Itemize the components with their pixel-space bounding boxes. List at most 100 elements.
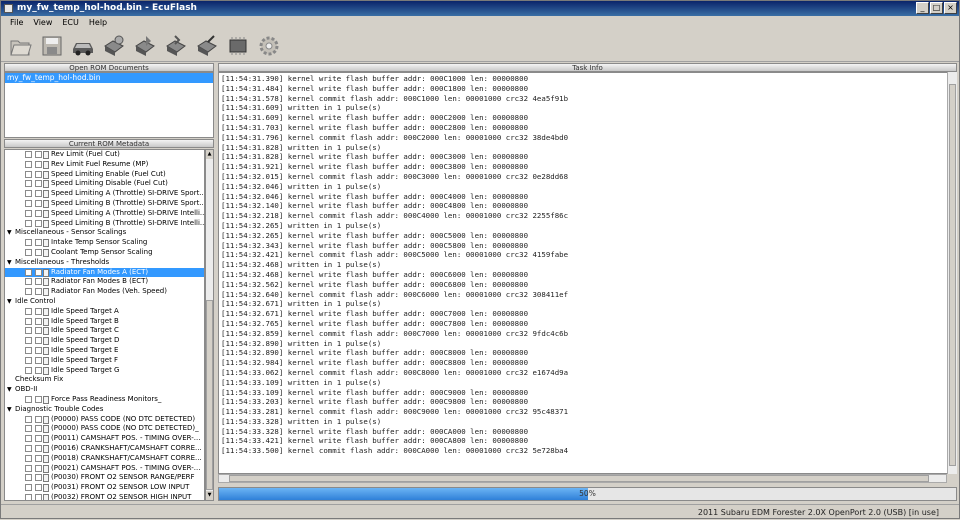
checkbox[interactable] bbox=[25, 248, 32, 256]
checkbox[interactable] bbox=[35, 307, 42, 315]
tree-item[interactable]: Intake Temp Sensor Scaling bbox=[5, 238, 204, 248]
tree-item[interactable]: (P0030) FRONT O2 SENSOR RANGE/PERF bbox=[5, 473, 204, 483]
log-hscroll-thumb[interactable] bbox=[229, 475, 929, 482]
checkbox[interactable] bbox=[25, 219, 32, 227]
checkbox[interactable] bbox=[25, 317, 32, 325]
checkbox[interactable] bbox=[35, 239, 42, 247]
settings-gear-icon[interactable] bbox=[255, 32, 283, 60]
checkbox[interactable] bbox=[25, 484, 32, 492]
tree-item[interactable]: (P0032) FRONT O2 SENSOR HIGH INPUT bbox=[5, 493, 204, 500]
tree-item[interactable]: Speed Limiting B (Throttle) SI-DRIVE Int… bbox=[5, 219, 204, 229]
checkbox[interactable] bbox=[25, 239, 32, 247]
rom-document-item[interactable]: my_fw_temp_hol-hod.bin bbox=[5, 73, 213, 83]
menu-help[interactable]: Help bbox=[84, 16, 112, 30]
checkbox[interactable] bbox=[35, 435, 42, 443]
checkbox[interactable] bbox=[25, 327, 32, 335]
checkbox[interactable] bbox=[35, 356, 42, 364]
checkbox[interactable] bbox=[35, 444, 42, 452]
tree-item[interactable]: Rev Limit (Fuel Cut) bbox=[5, 150, 204, 160]
tree-item[interactable]: Idle Speed Target F bbox=[5, 356, 204, 366]
checkbox[interactable] bbox=[35, 425, 42, 433]
checkbox[interactable] bbox=[35, 199, 42, 207]
tree-category[interactable]: ▼ Diagnostic Trouble Codes bbox=[5, 405, 204, 415]
checkbox[interactable] bbox=[25, 278, 32, 286]
checkbox[interactable] bbox=[25, 366, 32, 374]
checkbox[interactable] bbox=[25, 337, 32, 345]
tree-item[interactable]: (P0021) CAMSHAFT POS. - TIMING OVER-... bbox=[5, 464, 204, 474]
checkbox[interactable] bbox=[35, 346, 42, 354]
checkbox[interactable] bbox=[35, 454, 42, 462]
checkbox[interactable] bbox=[35, 268, 42, 276]
compare-icon[interactable] bbox=[162, 32, 190, 60]
maximize-button[interactable]: □ bbox=[930, 2, 943, 14]
tree-item[interactable]: (P0000) PASS CODE (NO DTC DETECTED)_ bbox=[5, 424, 204, 434]
menu-file[interactable]: File bbox=[5, 16, 28, 30]
chip-icon[interactable] bbox=[224, 32, 252, 60]
menu-ecu[interactable]: ECU bbox=[57, 16, 84, 30]
checkbox[interactable] bbox=[35, 160, 42, 168]
tree-item[interactable]: (P0018) CRANKSHAFT/CAMSHAFT CORRE... bbox=[5, 454, 204, 464]
checkbox[interactable] bbox=[35, 209, 42, 217]
checkbox[interactable] bbox=[25, 268, 32, 276]
tree-item[interactable]: Idle Speed Target A bbox=[5, 307, 204, 317]
checkbox[interactable] bbox=[35, 415, 42, 423]
checkbox[interactable] bbox=[35, 278, 42, 286]
checkbox[interactable] bbox=[25, 160, 32, 168]
checkbox[interactable] bbox=[25, 288, 32, 296]
checkbox[interactable] bbox=[35, 219, 42, 227]
checkbox[interactable] bbox=[35, 170, 42, 178]
tree-item[interactable]: Idle Speed Target C bbox=[5, 326, 204, 336]
checkbox[interactable] bbox=[25, 454, 32, 462]
scroll-down-arrow-icon[interactable]: ▼ bbox=[206, 491, 213, 500]
log-horizontal-scrollbar[interactable] bbox=[218, 474, 947, 483]
checkbox[interactable] bbox=[25, 346, 32, 354]
tree-category[interactable]: ▼ Miscellaneous - Thresholds bbox=[5, 258, 204, 268]
checkbox[interactable] bbox=[25, 493, 32, 500]
tree-item[interactable]: Speed Limiting Enable (Fuel Cut) bbox=[5, 170, 204, 180]
tree-scroll-thumb[interactable] bbox=[206, 300, 213, 490]
log-vertical-scrollbar[interactable] bbox=[947, 72, 957, 474]
tree-item[interactable]: Speed Limiting A (Throttle) SI-DRIVE Int… bbox=[5, 209, 204, 219]
checkbox[interactable] bbox=[25, 180, 32, 188]
checkbox[interactable] bbox=[35, 493, 42, 500]
tree-item[interactable]: Idle Speed Target E bbox=[5, 346, 204, 356]
checkbox[interactable] bbox=[25, 444, 32, 452]
checkbox[interactable] bbox=[25, 435, 32, 443]
tree-item[interactable]: (P0016) CRANKSHAFT/CAMSHAFT CORRE... bbox=[5, 444, 204, 454]
minimize-button[interactable]: _ bbox=[916, 2, 929, 14]
checkbox[interactable] bbox=[35, 366, 42, 374]
log-scroll-thumb[interactable] bbox=[949, 84, 956, 466]
checkbox[interactable] bbox=[35, 151, 42, 158]
checkbox[interactable] bbox=[35, 395, 42, 403]
expand-arrow-icon[interactable]: ▼ bbox=[7, 405, 12, 415]
tree-category[interactable]: ▼ OBD-II bbox=[5, 385, 204, 395]
save-disk-icon[interactable] bbox=[38, 32, 66, 60]
checkbox[interactable] bbox=[25, 190, 32, 198]
tree-category[interactable]: Checksum Fix bbox=[5, 375, 204, 385]
checkbox[interactable] bbox=[35, 327, 42, 335]
tree-item[interactable]: Speed Limiting B (Throttle) SI-DRIVE Spo… bbox=[5, 199, 204, 209]
checkbox[interactable] bbox=[35, 484, 42, 492]
tree-category[interactable]: ▼ Miscellaneous - Sensor Scalings bbox=[5, 228, 204, 238]
tree-item[interactable]: Force Pass Readiness Monitors_ bbox=[5, 395, 204, 405]
tree-item[interactable]: Radiator Fan Modes B (ECT) bbox=[5, 277, 204, 287]
checkbox[interactable] bbox=[25, 395, 32, 403]
checkbox[interactable] bbox=[25, 425, 32, 433]
checkbox[interactable] bbox=[35, 464, 42, 472]
checkbox[interactable] bbox=[35, 190, 42, 198]
expand-arrow-icon[interactable]: ▼ bbox=[7, 258, 12, 268]
checkbox[interactable] bbox=[25, 474, 32, 482]
read-ecu-icon[interactable] bbox=[100, 32, 128, 60]
expand-arrow-icon[interactable]: ▼ bbox=[7, 297, 12, 307]
test-write-icon[interactable] bbox=[193, 32, 221, 60]
tree-item[interactable]: (P0031) FRONT O2 SENSOR LOW INPUT bbox=[5, 483, 204, 493]
menu-view[interactable]: View bbox=[28, 16, 57, 30]
checkbox[interactable] bbox=[25, 199, 32, 207]
checkbox[interactable] bbox=[25, 170, 32, 178]
close-button[interactable]: × bbox=[944, 2, 957, 14]
checkbox[interactable] bbox=[35, 317, 42, 325]
tree-item[interactable]: (P0011) CAMSHAFT POS. - TIMING OVER-... bbox=[5, 434, 204, 444]
checkbox[interactable] bbox=[25, 209, 32, 217]
tree-item[interactable]: Speed Limiting A (Throttle) SI-DRIVE Spo… bbox=[5, 189, 204, 199]
car-icon[interactable] bbox=[69, 32, 97, 60]
